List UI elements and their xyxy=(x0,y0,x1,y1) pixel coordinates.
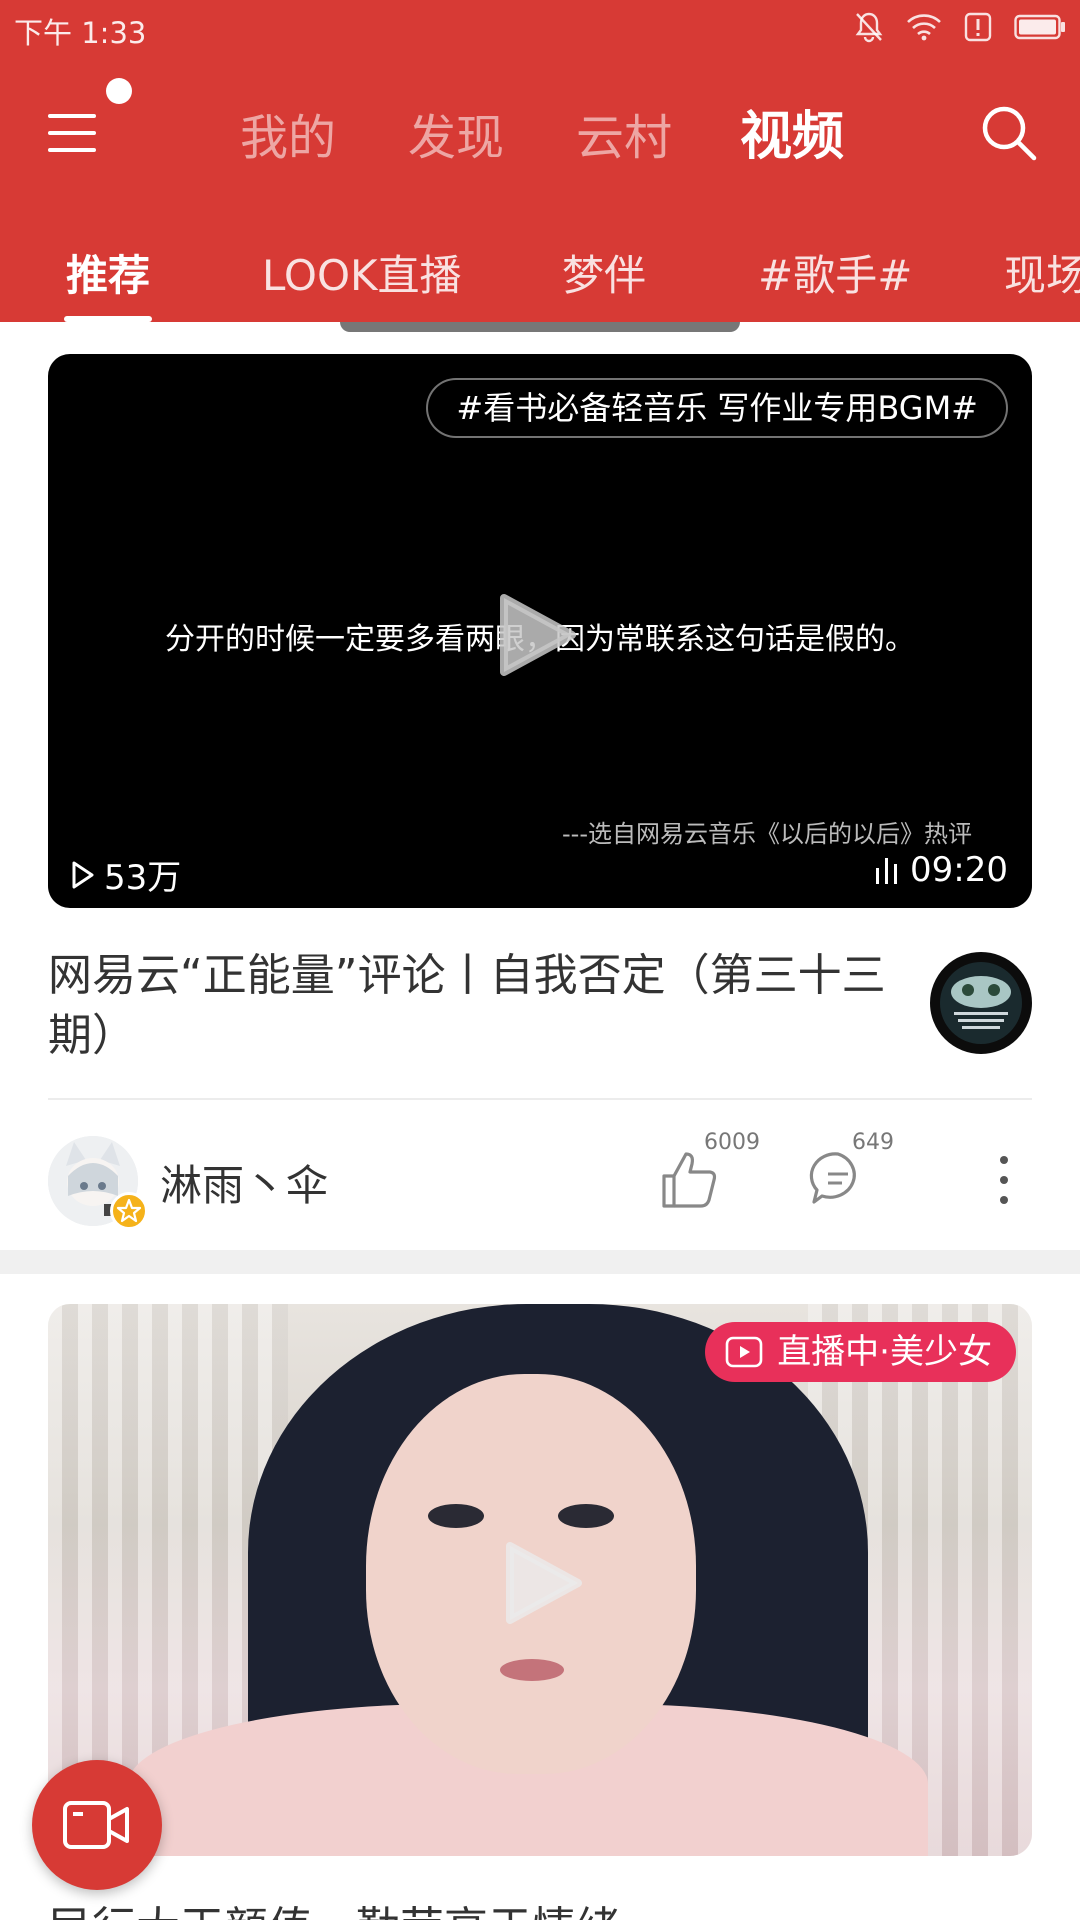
menu-button[interactable] xyxy=(44,106,104,160)
status-bar: 下午 1:33 xyxy=(0,0,1080,54)
live-badge-label: 直播中·美少女 xyxy=(777,1332,992,1372)
alert-icon xyxy=(964,12,992,42)
live-badge[interactable]: 直播中·美少女 xyxy=(705,1322,1016,1382)
album-art-icon xyxy=(940,962,1022,1044)
thumbnail-lips xyxy=(500,1659,564,1681)
pull-refresh-indicator xyxy=(340,322,740,332)
subtab-look-live[interactable]: LOOK直播 xyxy=(262,242,462,303)
category-tabs: 推荐 LOOK直播 梦伴 #歌手# 现场 xyxy=(0,232,1080,322)
thumbnail-eye xyxy=(428,1504,484,1528)
live-video-card[interactable]: 直播中·美少女 xyxy=(48,1304,1032,1856)
comment-icon[interactable] xyxy=(808,1148,868,1208)
search-icon xyxy=(982,106,1037,161)
like-count: 6009 xyxy=(704,1130,760,1155)
video-card[interactable]: #看书必备轻音乐 写作业专用BGM# 分开的时候一定要多看两眼，因为常联系这句话… xyxy=(48,354,1032,908)
thumbnail-eye xyxy=(558,1504,614,1528)
play-count: 53万 xyxy=(70,850,181,899)
duration-value: 09:20 xyxy=(910,850,1008,890)
top-navigation: 我的 发现 云村 视频 xyxy=(0,70,1080,194)
tab-discover[interactable]: 发现 xyxy=(408,98,504,168)
video-camera-icon xyxy=(63,1801,129,1849)
active-tab-indicator xyxy=(64,316,152,322)
vip-badge-icon xyxy=(110,1192,148,1230)
menu-icon xyxy=(48,114,96,152)
status-icons xyxy=(854,10,1066,44)
battery-icon xyxy=(1014,14,1065,40)
topic-tag[interactable]: #看书必备轻音乐 写作业专用BGM# xyxy=(426,378,1008,438)
play-small-icon xyxy=(72,861,94,888)
author-name[interactable]: 淋雨丶伞 xyxy=(160,1152,328,1213)
subtab-singer[interactable]: #歌手# xyxy=(758,242,912,303)
section-separator xyxy=(0,1250,1080,1274)
subtab-live-scene[interactable]: 现场 xyxy=(1004,242,1080,303)
creator-avatar[interactable] xyxy=(930,952,1032,1054)
record-video-button[interactable] xyxy=(32,1760,162,1890)
live-tv-icon xyxy=(725,1336,763,1368)
tab-cloud-village[interactable]: 云村 xyxy=(576,98,672,168)
tab-video[interactable]: 视频 xyxy=(740,94,844,169)
play-count-value: 53万 xyxy=(104,858,182,898)
user-avatar[interactable] xyxy=(48,1136,148,1230)
comment-count: 649 xyxy=(852,1130,894,1155)
like-icon[interactable] xyxy=(656,1146,722,1212)
bell-off-icon xyxy=(855,12,883,43)
divider xyxy=(48,1098,1032,1100)
status-time: 下午 1:33 xyxy=(14,16,147,50)
subtab-recommend[interactable]: 推荐 xyxy=(66,242,150,303)
bars-icon xyxy=(876,858,898,884)
more-options-icon[interactable] xyxy=(984,1152,1024,1208)
play-icon[interactable] xyxy=(498,592,578,678)
tab-mine[interactable]: 我的 xyxy=(240,98,336,168)
wifi-icon xyxy=(907,14,941,41)
play-icon[interactable] xyxy=(504,1540,584,1626)
video-source: ---选自网易云音乐《以后的以后》热评 xyxy=(562,820,972,848)
video-duration: 09:20 xyxy=(874,850,1008,890)
search-button[interactable] xyxy=(980,104,1038,162)
next-video-title[interactable]: 民行大王颜值，勤劳高于情绪。 xyxy=(48,1892,664,1920)
author-row: 淋雨丶伞 6009 649 xyxy=(0,1130,1080,1230)
subtab-dream[interactable]: 梦伴 xyxy=(562,242,646,303)
notification-dot xyxy=(106,78,132,104)
app-header: 下午 1:33 我的 发现 云村 视频 推荐 LOOK直播 梦伴 #歌手# 现场 xyxy=(0,0,1080,322)
video-title[interactable]: 网易云“正能量”评论丨自我否定（第三十三期） xyxy=(48,946,908,1066)
